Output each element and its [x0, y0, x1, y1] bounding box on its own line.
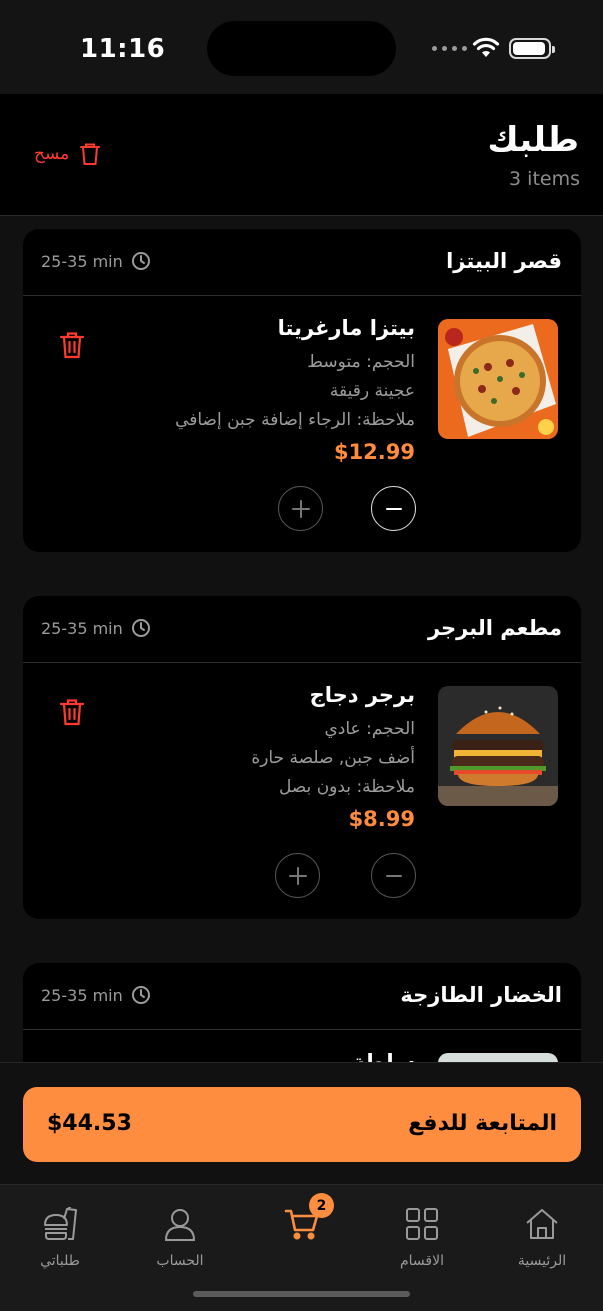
checkout-total: $44.53: [47, 1111, 132, 1136]
checkout-button[interactable]: المتابعة للدفع $44.53: [23, 1087, 581, 1162]
status-time: 11:16: [80, 34, 166, 64]
restaurant-card: مطعم البرجر 25-35 min برجر دجاج الحجم: ع…: [23, 596, 581, 919]
item-size: الحجم: متوسط: [307, 352, 415, 372]
item-name: بيتزا مارغريتا: [277, 316, 415, 340]
status-bar: 11:16: [0, 0, 603, 94]
checkout-bar: المتابعة للدفع $44.53: [0, 1062, 603, 1184]
food-icon: [44, 1207, 77, 1240]
restaurant-header: قصر البيتزا 25-35 min: [23, 229, 581, 296]
item-option: عجينة رقيقة: [329, 381, 415, 401]
clock-icon: [131, 252, 150, 270]
tab-label: الرئيسية: [517, 1253, 567, 1269]
restaurant-card: الخضار الطازجة 25-35 min سلطة: [23, 963, 581, 1063]
plus-icon: [291, 499, 310, 518]
page-header: طلبك 3 items مسح: [0, 94, 603, 216]
user-icon: [164, 1209, 196, 1241]
eta-text: 25-35 min: [41, 618, 123, 638]
clear-cart-label: مسح: [34, 144, 70, 164]
restaurant-name: قصر البيتزا: [446, 249, 562, 273]
increase-quantity-button[interactable]: [275, 853, 320, 898]
cart-item: سلطة: [23, 1030, 581, 1063]
trash-icon: [59, 699, 85, 726]
item-count: 3 items: [509, 168, 580, 190]
tab-account[interactable]: الحساب: [135, 1203, 225, 1269]
checkout-label: المتابعة للدفع: [408, 1111, 557, 1136]
home-indicator: [193, 1291, 410, 1297]
item-size: الحجم: عادي: [324, 719, 416, 739]
cart-item: برجر دجاج الحجم: عادي أضف جبن, صلصة حارة…: [23, 663, 581, 919]
battery-icon: [509, 38, 555, 59]
item-details: بيتزا مارغريتا الحجم: متوسط عجينة رقيقة …: [55, 316, 415, 464]
increase-quantity-button[interactable]: [278, 486, 323, 531]
delete-item-button[interactable]: [59, 698, 85, 730]
tab-categories[interactable]: الاقسام: [377, 1203, 467, 1269]
item-option: أضف جبن, صلصة حارة: [251, 748, 415, 768]
restaurant-header: الخضار الطازجة 25-35 min: [23, 963, 581, 1030]
cart-badge: 2: [309, 1193, 334, 1218]
clock-icon: [131, 986, 150, 1004]
cart-item: بيتزا مارغريتا الحجم: متوسط عجينة رقيقة …: [23, 296, 581, 552]
pizza-image: [438, 319, 558, 439]
clear-cart-button[interactable]: مسح: [34, 142, 101, 166]
cart-list[interactable]: قصر البيتزا 25-35 min بيتزا مارغريتا الح…: [0, 217, 603, 1063]
tab-home[interactable]: الرئيسية: [497, 1203, 587, 1269]
restaurant-name: الخضار الطازجة: [400, 983, 562, 1007]
tab-label: الاقسام: [400, 1253, 444, 1269]
trash-icon: [59, 332, 85, 359]
delivery-eta: 25-35 min: [41, 985, 151, 1005]
minus-icon: [385, 874, 402, 877]
item-note: ملاحظة: الرجاء إضافة جبن إضافي: [175, 410, 415, 430]
grid-icon: [406, 1208, 438, 1240]
eta-text: 25-35 min: [41, 251, 123, 271]
restaurant-name: مطعم البرجر: [427, 616, 562, 640]
delivery-eta: 25-35 min: [41, 618, 151, 638]
page-title: طلبك: [487, 120, 579, 160]
delete-item-button[interactable]: [59, 331, 85, 363]
item-details: برجر دجاج الحجم: عادي أضف جبن, صلصة حارة…: [55, 683, 415, 831]
tab-label: الحساب: [156, 1253, 204, 1269]
clock-icon: [131, 619, 150, 637]
decrease-quantity-button[interactable]: [371, 853, 416, 898]
item-price: $12.99: [333, 440, 415, 464]
decrease-quantity-button[interactable]: [371, 486, 416, 531]
minus-icon: [385, 507, 402, 510]
tab-cart[interactable]: 2: [257, 1193, 347, 1253]
item-name: برجر دجاج: [309, 683, 415, 707]
delivery-eta: 25-35 min: [41, 251, 151, 271]
signal-icon: [432, 46, 467, 51]
home-icon: [526, 1209, 558, 1239]
restaurant-card: قصر البيتزا 25-35 min بيتزا مارغريتا الح…: [23, 229, 581, 552]
tab-label: طلباتي: [40, 1253, 80, 1269]
restaurant-header: مطعم البرجر 25-35 min: [23, 596, 581, 663]
plus-icon: [288, 866, 307, 885]
burger-image: [438, 686, 558, 806]
wifi-icon: [472, 37, 500, 57]
tab-orders[interactable]: طلباتي: [15, 1203, 105, 1269]
item-price: $8.99: [348, 807, 415, 831]
trash-icon: [80, 143, 101, 165]
eta-text: 25-35 min: [41, 985, 123, 1005]
item-note: ملاحظة: بدون بصل: [278, 777, 415, 797]
dynamic-island: [207, 21, 396, 76]
